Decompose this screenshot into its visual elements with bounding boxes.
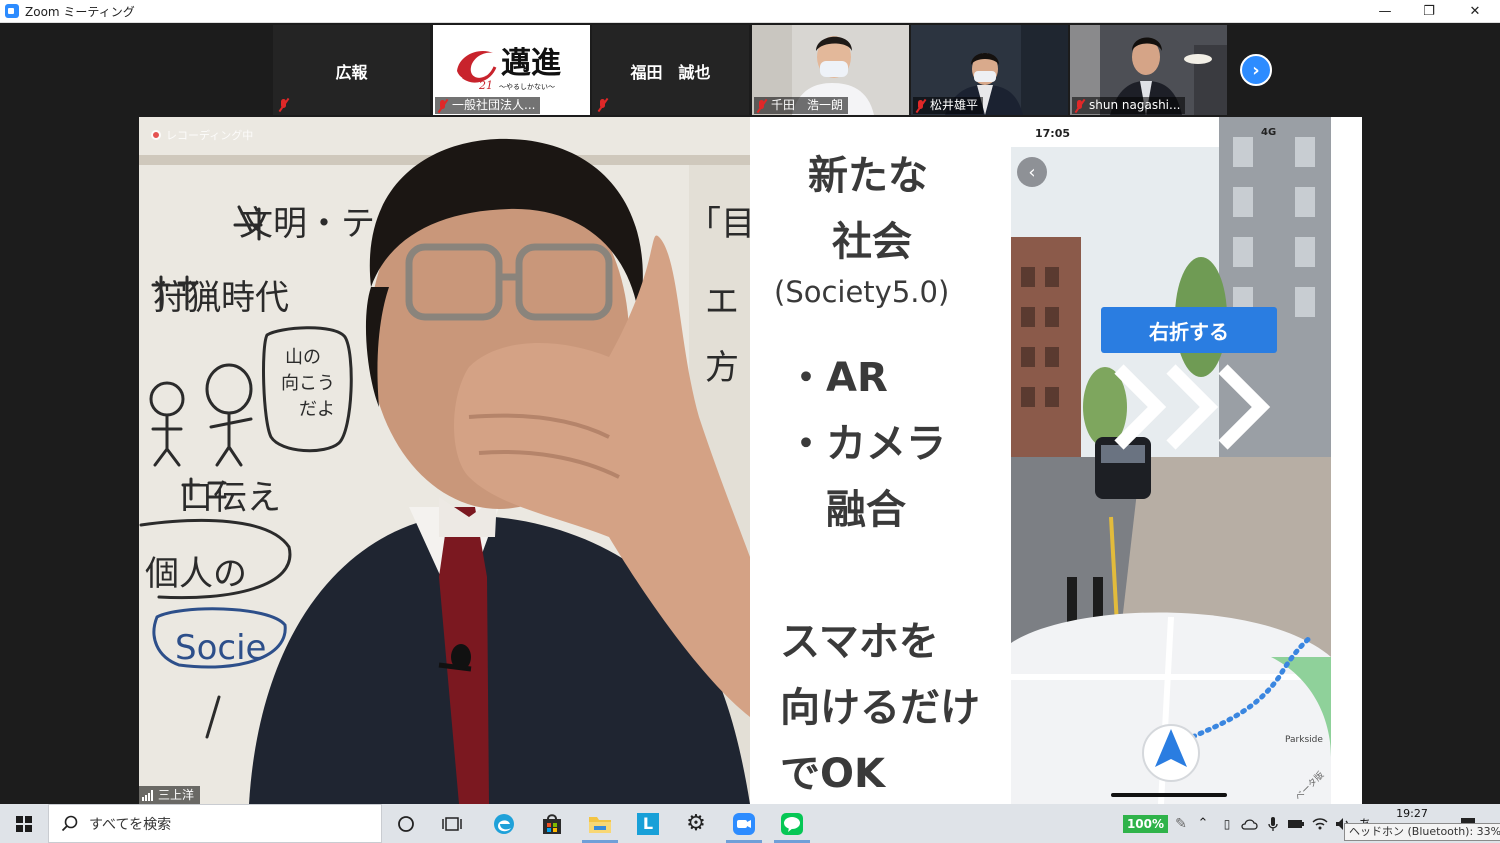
recording-indicator: レコーディング中	[151, 127, 253, 143]
phone-back-button: ‹	[1017, 157, 1047, 187]
taskbar-clock[interactable]: 19:27	[1389, 807, 1435, 820]
slide-caption-line1: スマホを	[780, 619, 939, 665]
participant-name: 広報	[335, 63, 368, 82]
participant-name: 福田 誠也	[630, 63, 711, 82]
mic-muted-icon	[756, 99, 768, 113]
windows-logo-icon	[16, 815, 32, 832]
taskbar-store[interactable]	[532, 804, 572, 843]
microphone-icon[interactable]	[1262, 804, 1284, 843]
phone-status-time: 17:05	[1035, 127, 1071, 140]
organization-logo: 21 邁進 ～やるしかない～	[457, 46, 561, 92]
participant-tile-koho[interactable]: 広報	[273, 25, 430, 115]
headphone-battery-tooltip: ヘッドホン (Bluetooth): 33%	[1344, 823, 1500, 841]
mic-muted-icon	[915, 99, 927, 113]
edge-browser-icon	[494, 813, 514, 834]
svg-text:方: 方	[705, 348, 739, 388]
search-placeholder: すべてを検索	[89, 816, 172, 833]
cortana-button[interactable]	[388, 804, 424, 843]
taskbar-search-box[interactable]: すべてを検索	[48, 804, 382, 843]
next-gallery-page-button[interactable]: ›	[1240, 54, 1272, 86]
device-icon[interactable]: ▯	[1216, 804, 1238, 843]
slide-heading-line1: 新たな	[808, 153, 928, 199]
connection-signal-icon	[142, 789, 153, 801]
svg-text:エ: エ	[705, 282, 739, 322]
battery-percent-badge[interactable]: 100%	[1123, 815, 1168, 833]
participant-tile-senda[interactable]: 千田 浩一朗	[752, 25, 909, 115]
svg-text:口伝え: 口伝え	[179, 478, 281, 518]
minimize-button[interactable]: —	[1362, 0, 1408, 23]
svg-text:だよ: だよ	[299, 399, 335, 420]
slide-bullet-ar: ・AR	[786, 355, 888, 401]
svg-text:山の: 山の	[285, 347, 321, 368]
cortana-icon	[398, 815, 414, 832]
task-view-button[interactable]	[434, 804, 470, 843]
slide-bullet-camera: ・カメラ	[786, 421, 946, 467]
taskbar-settings[interactable]: ⚙	[676, 804, 716, 843]
start-button[interactable]	[0, 804, 48, 843]
file-explorer-folder-icon	[589, 816, 611, 833]
svg-text:邁進: 邁進	[501, 46, 561, 81]
speaker-scene: 文明・テク 狩猟時代 口伝え 個人の 「目 エ 方 Socie 山の 向こう だ…	[139, 117, 750, 804]
svg-text:Socie: Socie	[175, 628, 266, 668]
taskbar-line[interactable]	[772, 804, 812, 843]
gear-icon: ⚙	[686, 811, 706, 836]
taskbar-zoom[interactable]	[724, 804, 764, 843]
task-view-icon	[442, 816, 462, 831]
store-bag-icon	[543, 813, 561, 834]
svg-text:個人の: 個人の	[145, 554, 247, 594]
svg-text:「目: 「目	[687, 204, 750, 244]
mic-muted-icon	[597, 98, 609, 112]
participant-tile-matsui[interactable]: 松井雄平	[911, 25, 1068, 115]
taskbar-l-app[interactable]: L	[628, 804, 668, 843]
pen-icon[interactable]: ✎	[1170, 804, 1192, 843]
meeting-area: 広報 21 邁進 ～やるしかない～ 一般社団法人... 福田 誠也 千田 浩一朗…	[0, 23, 1500, 804]
mic-muted-icon	[278, 98, 290, 112]
svg-text:21: 21	[478, 79, 493, 92]
participant-tile-nagashima[interactable]: shun nagashi...	[1070, 25, 1227, 115]
slide-bullet-fusion: 融合	[826, 487, 906, 533]
battery-icon[interactable]	[1284, 804, 1308, 843]
slide-caption-line3: でOK	[780, 751, 885, 797]
close-button[interactable]: ✕	[1452, 0, 1498, 23]
participant-label: 千田 浩一朗	[754, 97, 849, 114]
phone-ar-screenshot: 17:05 4G ‹ 右折する Parkside ベータ版	[1011, 117, 1331, 804]
ar-turn-instruction: 右折する	[1149, 319, 1229, 344]
main-video-view: 文明・テク 狩猟時代 口伝え 個人の 「目 エ 方 Socie 山の 向こう だ…	[139, 117, 1362, 804]
zoom-app-icon	[5, 4, 19, 18]
slide-caption-line2: 向けるだけ	[780, 685, 980, 731]
ar-street-view	[1011, 117, 1331, 804]
participant-label: 松井雄平	[913, 97, 984, 114]
onedrive-cloud-icon[interactable]	[1238, 804, 1262, 843]
letter-l-app-icon: L	[637, 812, 659, 835]
active-speaker-label: 三上洋	[139, 786, 201, 804]
window-title: Zoom ミーティング	[25, 4, 135, 19]
search-icon	[61, 815, 78, 831]
svg-text:狩猟時代: 狩猟時代	[153, 278, 289, 318]
line-chat-icon	[781, 812, 803, 835]
mic-muted-icon	[1074, 99, 1086, 113]
zoom-video-icon	[733, 812, 755, 835]
chevron-up-icon[interactable]: ⌃	[1192, 804, 1214, 843]
mic-muted-icon	[437, 99, 449, 113]
participant-label: 一般社団法人...	[435, 97, 541, 114]
maximize-button[interactable]: ❐	[1406, 0, 1452, 23]
taskbar-edge[interactable]	[484, 804, 524, 843]
svg-text:向こう: 向こう	[281, 373, 335, 394]
windows-taskbar: すべてを検索 L ⚙ 100% ✎ ⌃ ▯ 19:27	[0, 804, 1500, 843]
slide-heading-line3: (Society5.0)	[774, 275, 950, 309]
participant-label: shun nagashi...	[1072, 97, 1186, 114]
window-titlebar: Zoom ミーティング — ❐ ✕	[0, 0, 1500, 23]
phone-status-network: 4G	[1261, 127, 1277, 138]
map-place-label: Parkside	[1285, 735, 1323, 745]
participant-tile-fukuda[interactable]: 福田 誠也	[592, 25, 749, 115]
participant-tile-organization[interactable]: 21 邁進 ～やるしかない～ 一般社団法人...	[433, 25, 590, 115]
active-speaker-video: 文明・テク 狩猟時代 口伝え 個人の 「目 エ 方 Socie 山の 向こう だ…	[139, 117, 750, 804]
wifi-icon[interactable]	[1308, 804, 1332, 843]
recording-dot-icon	[151, 130, 161, 140]
svg-text:～やるしかない～: ～やるしかない～	[499, 83, 555, 91]
slide-heading-line2: 社会	[832, 219, 912, 265]
taskbar-explorer[interactable]	[580, 804, 620, 843]
shared-slide: 新たな 社会 (Society5.0) ・AR ・カメラ 融合 スマホを 向ける…	[750, 117, 1362, 804]
